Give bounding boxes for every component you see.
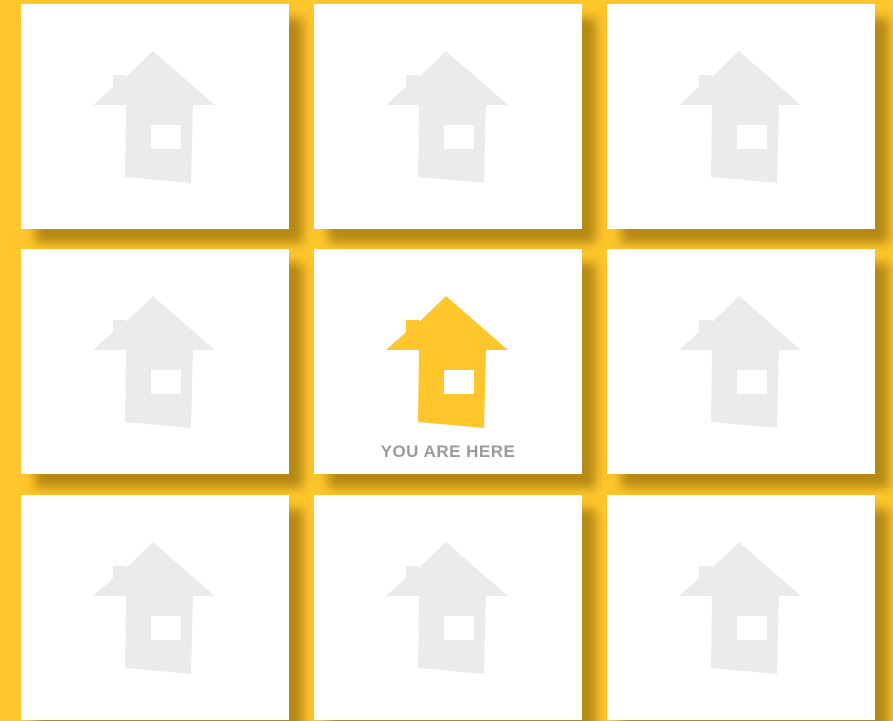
tile-current-location: YOU ARE HERE: [314, 249, 582, 474]
tile-r1-c2: [314, 4, 582, 229]
tile-r3-c3: [607, 495, 875, 720]
house-icon: [93, 49, 217, 183]
tile-r2-c1: [21, 249, 289, 474]
house-icon: [386, 49, 510, 183]
house-grid: YOU ARE HERE: [0, 0, 893, 721]
house-icon: [679, 540, 803, 674]
you-are-here-label: YOU ARE HERE: [380, 442, 516, 461]
tile-r2-c3: [607, 249, 875, 474]
house-icon: [386, 294, 510, 428]
house-icon: [679, 49, 803, 183]
tile-r1-c1: [21, 4, 289, 229]
house-icon: [93, 540, 217, 674]
tile-r3-c2: [314, 495, 582, 720]
tile-r3-c1: [21, 495, 289, 720]
house-icon: [93, 294, 217, 428]
house-icon: [679, 294, 803, 428]
house-icon: [386, 540, 510, 674]
tile-r1-c3: [607, 4, 875, 229]
